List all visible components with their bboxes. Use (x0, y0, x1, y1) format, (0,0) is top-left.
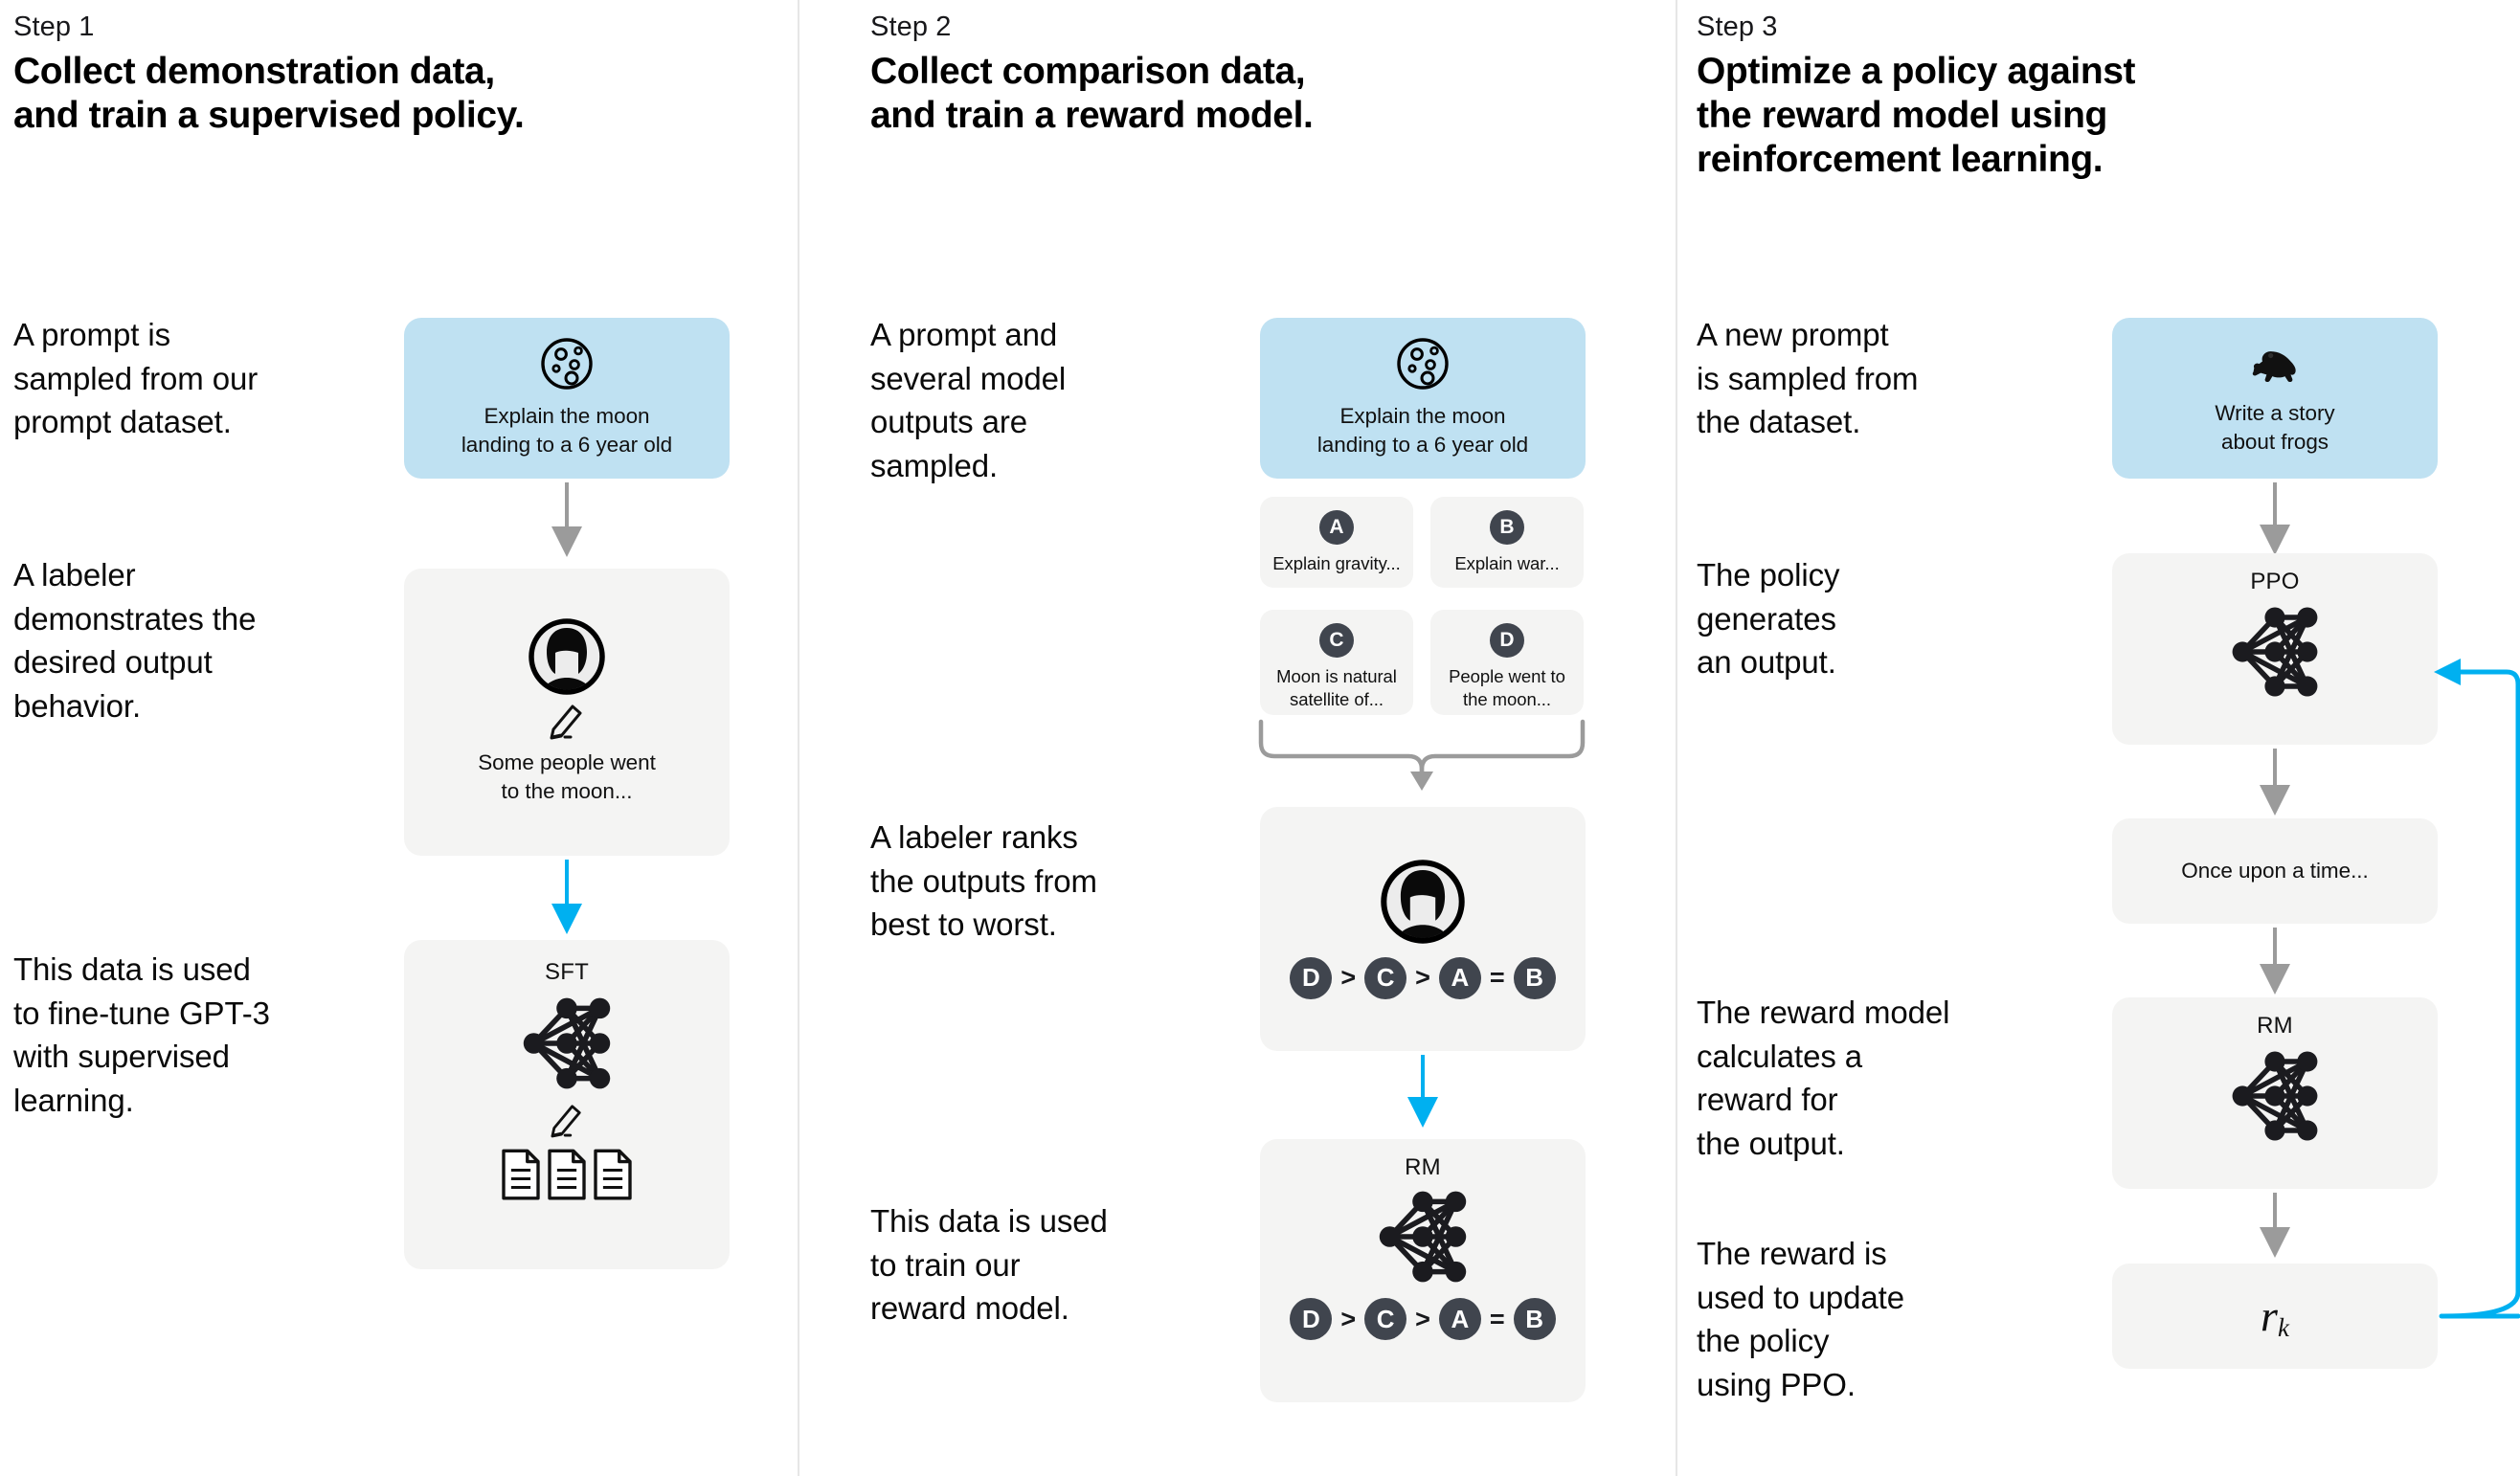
rank-operator: = (1489, 963, 1505, 992)
ranking-row: D > C > A = B (1290, 956, 1556, 999)
reward-model-card[interactable]: RM (2112, 997, 2438, 1189)
rank-badge: C (1364, 956, 1407, 999)
feedback-loop-arrow (2434, 659, 2520, 1319)
labeler-avatar-icon (1381, 860, 1465, 944)
rank-badge: B (1513, 956, 1556, 999)
output-card-text: Moon is natural satellite of... (1276, 666, 1397, 710)
converging-brace-arrow (1258, 719, 1586, 791)
paragraph-3: This data is used to fine-tune GPT-3 wit… (13, 951, 270, 1118)
rank-badge: C (1364, 1298, 1407, 1340)
generated-output-text: Once upon a time... (2181, 859, 2369, 883)
rm-card-title: RM (1405, 1154, 1441, 1180)
rank-operator: > (1415, 1304, 1430, 1333)
reward-model-card[interactable]: RM D > C > A = B (1260, 1139, 1586, 1402)
output-badge: D (1490, 623, 1524, 658)
ranking-row: D > C > A = B (1290, 1298, 1556, 1340)
ppo-policy-card[interactable]: PPO (2112, 553, 2438, 745)
rank-badge: B (1513, 1298, 1556, 1340)
paragraph-1: A prompt and several model outputs are s… (870, 317, 1067, 483)
paragraph-4: The reward is used to update the policy … (1697, 1236, 1904, 1402)
arrow-down-gray (2260, 1193, 2290, 1258)
output-card-text: Explain gravity... (1272, 553, 1401, 573)
neural-network-icon (2218, 1043, 2331, 1149)
documents-icon (500, 1149, 634, 1200)
frog-icon (2252, 351, 2296, 383)
pencil-icon (550, 704, 582, 740)
rank-badge: D (1290, 956, 1333, 999)
rank-operator: > (1340, 1304, 1357, 1333)
arrow-down-blue (551, 860, 582, 934)
output-badge: A (1319, 510, 1354, 545)
paragraph-3: The reward model calculates a reward for… (1697, 995, 1950, 1161)
arrow-down-blue (1407, 1055, 1438, 1128)
page-title: Collect comparison data, and train a rew… (870, 51, 1314, 137)
rank-badge: A (1438, 956, 1481, 999)
labeler-card-text: Some people went to the moon... (478, 750, 656, 803)
output-card-a[interactable]: A Explain gravity... (1260, 497, 1413, 588)
moon-icon (1397, 338, 1449, 390)
prompt-card-text: Write a story about frogs (2215, 401, 2335, 454)
page-title: Optimize a policy against the reward mod… (1697, 51, 2136, 181)
prompt-card[interactable]: Write a story about frogs (2112, 318, 2438, 479)
document-icon (594, 1149, 632, 1200)
neural-network-icon (509, 990, 624, 1097)
paragraph-2: A labeler demonstrates the desired outpu… (13, 557, 257, 724)
arrow-down-gray (2260, 749, 2290, 816)
output-card-d[interactable]: D People went to the moon... (1430, 610, 1584, 715)
generated-output-card[interactable]: Once upon a time... (2112, 818, 2438, 924)
paragraph-1: A new prompt is sampled from the dataset… (1697, 317, 1919, 440)
prompt-card[interactable]: Explain the moon landing to a 6 year old (404, 318, 730, 479)
output-badge: C (1319, 623, 1354, 658)
arrow-down-gray (2260, 928, 2290, 995)
sft-model-card[interactable]: SFT (404, 940, 730, 1269)
step-label: Step 2 (870, 11, 952, 42)
arrow-down-gray (2260, 482, 2290, 555)
arrow-down-gray (551, 482, 582, 557)
rank-badge: A (1438, 1298, 1481, 1340)
prompt-card-text: Explain the moon landing to a 6 year old (461, 404, 673, 457)
paragraph-1: A prompt is sampled from our prompt data… (13, 317, 259, 440)
reward-formula: rk (2261, 1290, 2289, 1343)
step-label: Step 1 (13, 11, 95, 42)
page-title: Collect demonstration data, and train a … (13, 51, 525, 137)
step-1-column: Step 1 Collect demonstration data, and t… (0, 0, 798, 1476)
output-badge: B (1490, 510, 1524, 545)
step-3-column: Step 3 Optimize a policy against the rew… (1676, 0, 2520, 1476)
ranking-card[interactable]: D > C > A = B (1260, 807, 1586, 1051)
document-icon (548, 1149, 586, 1200)
prompt-card[interactable]: Explain the moon landing to a 6 year old (1260, 318, 1586, 479)
paragraph-2: The policy generates an output. (1697, 557, 1840, 681)
sft-card-title: SFT (545, 959, 589, 985)
step-2-column: Step 2 Collect comparison data, and trai… (798, 0, 1676, 1476)
rlhf-diagram: Step 1 Collect demonstration data, and t… (0, 0, 2520, 1476)
output-card-text: People went to the moon... (1449, 666, 1565, 710)
reward-value-card[interactable]: rk (2112, 1264, 2438, 1369)
prompt-card-text: Explain the moon landing to a 6 year old (1316, 404, 1529, 457)
rank-operator: > (1340, 963, 1357, 992)
rm-card-title: RM (2257, 1013, 2293, 1039)
rank-badge: D (1290, 1298, 1333, 1340)
rank-operator: > (1415, 963, 1430, 992)
paragraph-2: A labeler ranks the outputs from best to… (870, 819, 1097, 943)
pencil-icon (551, 1105, 581, 1138)
labeler-avatar-icon (529, 618, 605, 695)
output-card-c[interactable]: C Moon is natural satellite of... (1260, 610, 1413, 715)
step-label: Step 3 (1697, 11, 1778, 42)
rank-operator: = (1489, 1304, 1505, 1333)
document-icon (502, 1149, 540, 1200)
ppo-card-title: PPO (2250, 569, 2300, 594)
labeler-card[interactable]: Some people went to the moon... (404, 569, 730, 856)
neural-network-icon (2218, 599, 2331, 704)
output-card-b[interactable]: B Explain war... (1430, 497, 1584, 588)
reward-symbol: r (2261, 1290, 2278, 1340)
moon-icon (541, 338, 593, 390)
reward-subscript: k (2277, 1312, 2289, 1342)
neural-network-icon (1365, 1183, 1480, 1290)
paragraph-3: This data is used to train our reward mo… (870, 1203, 1108, 1327)
output-card-text: Explain war... (1454, 553, 1560, 573)
